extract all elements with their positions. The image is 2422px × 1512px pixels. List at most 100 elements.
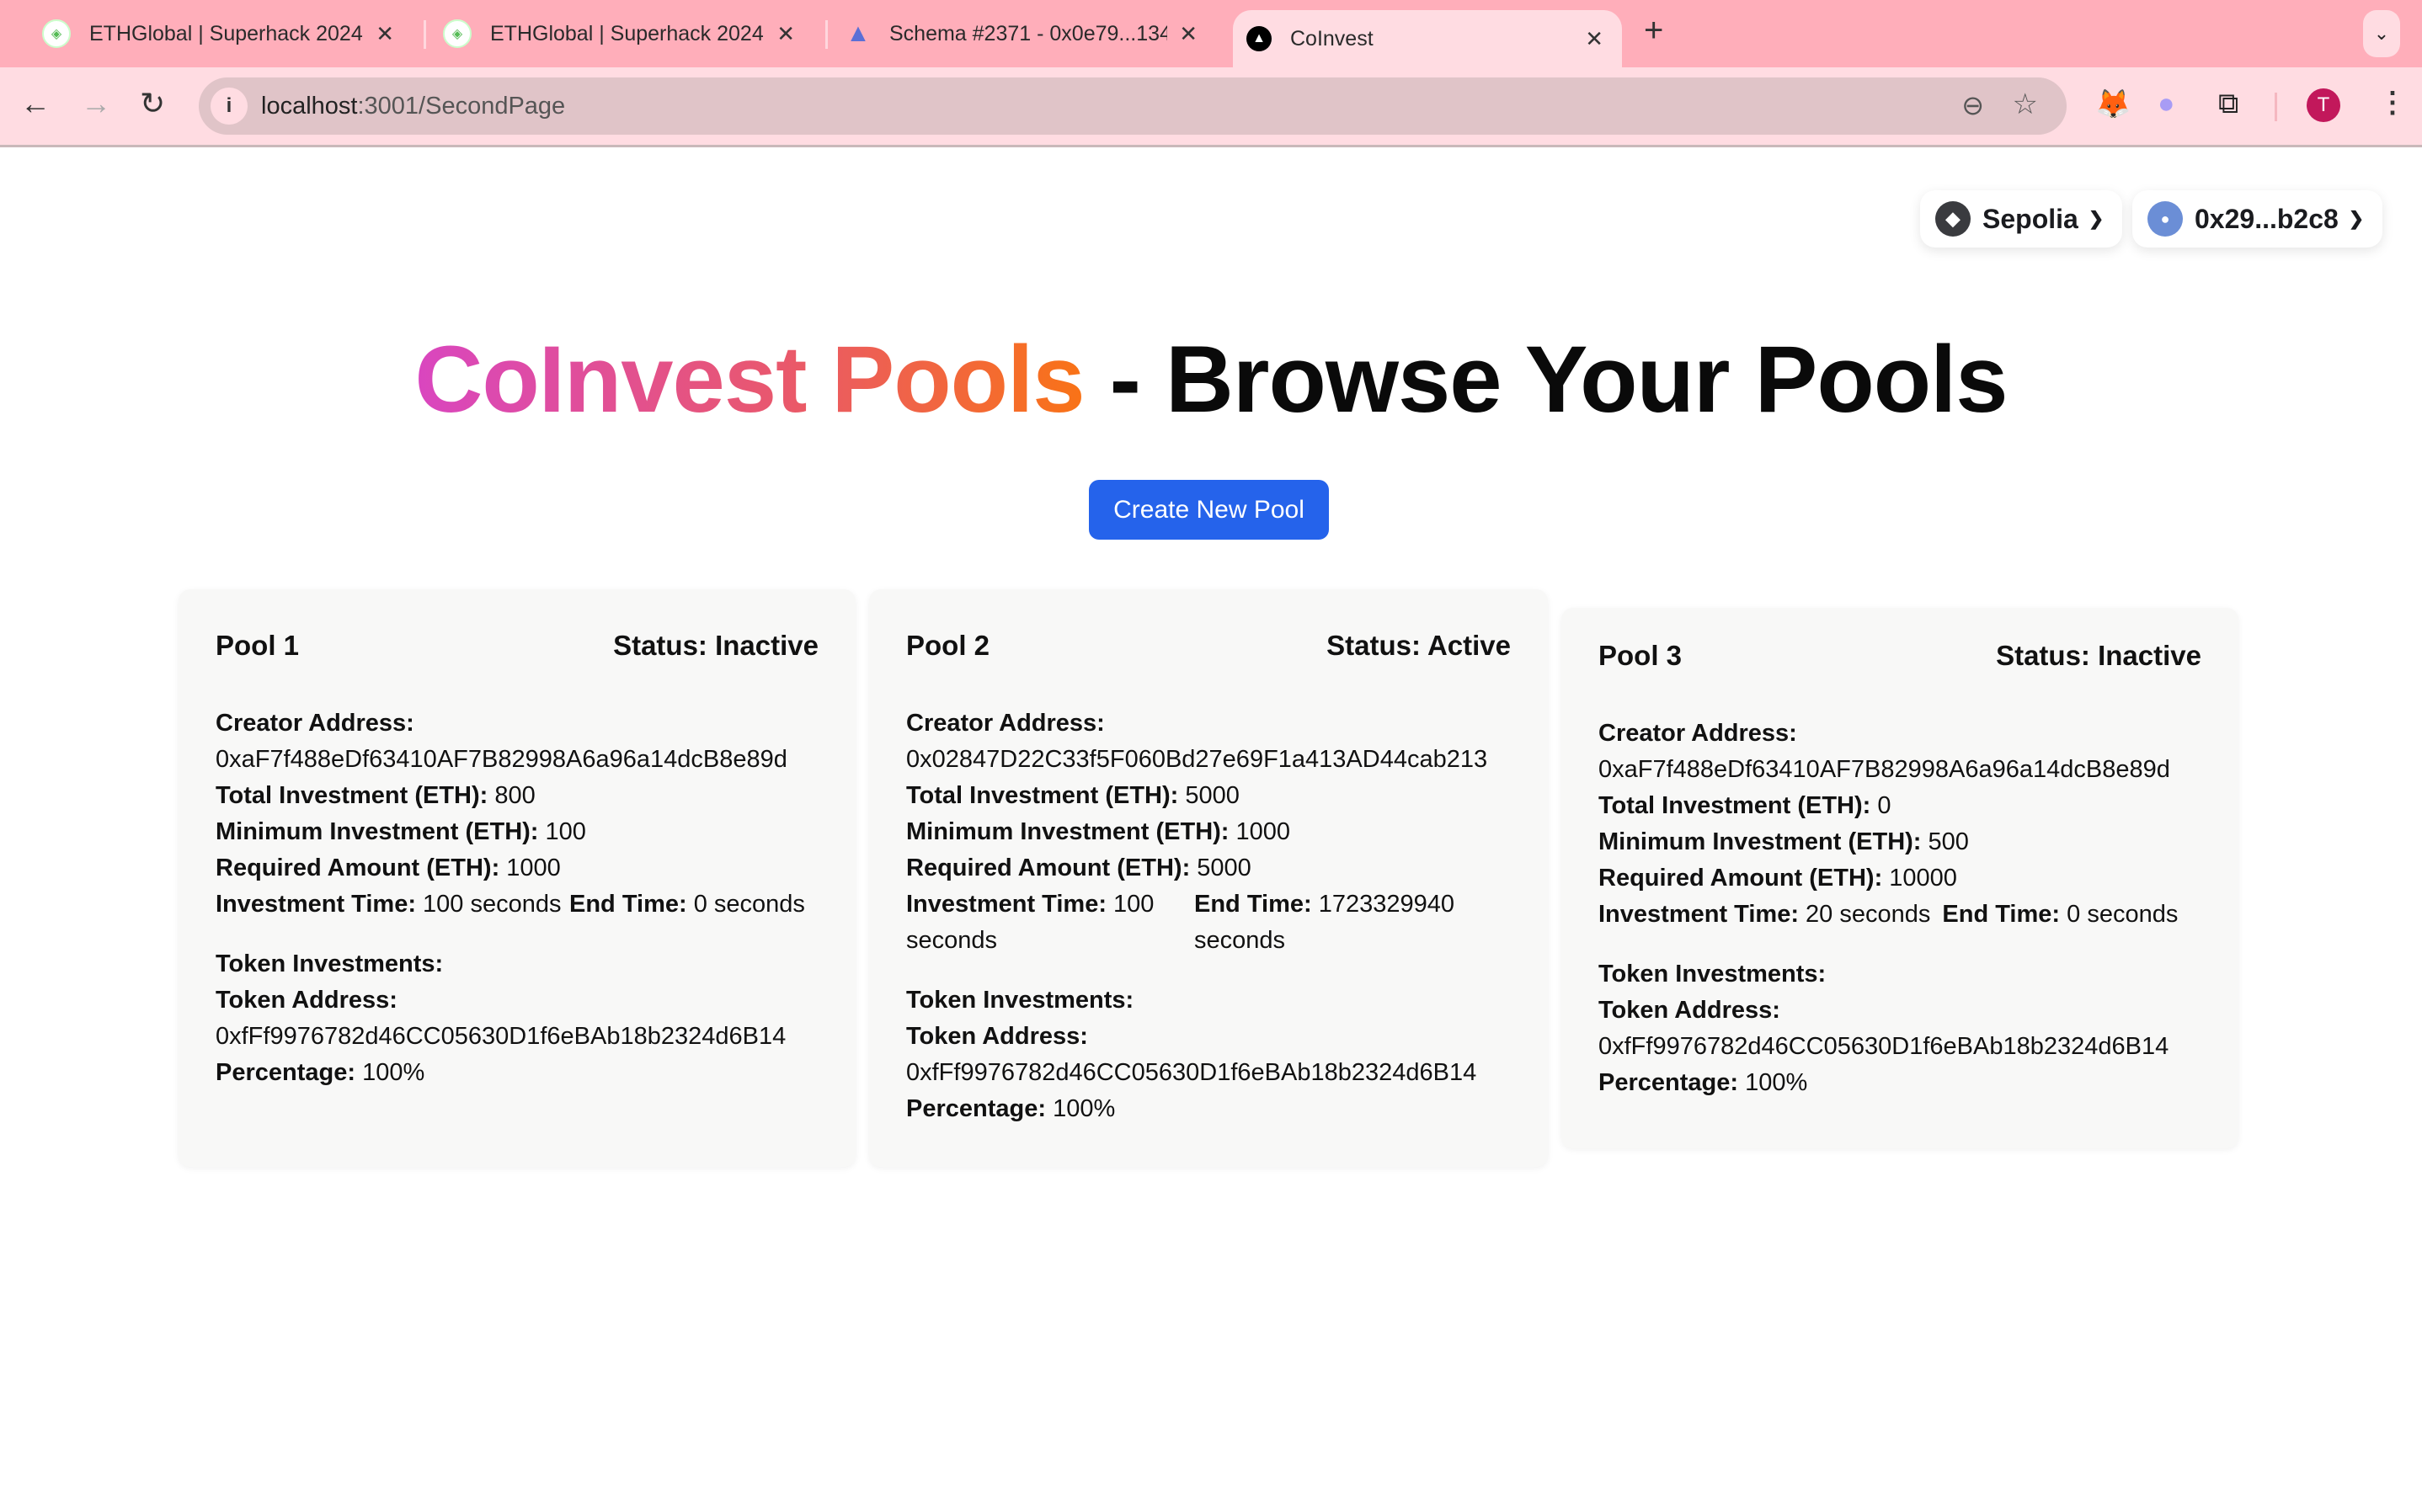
token-address-label: Token Address: [216, 987, 397, 1014]
pool-card: Pool 1 Status: Inactive Creator Address:… [179, 589, 856, 1167]
pool-card: Pool 2 Status: Active Creator Address: 0… [869, 589, 1548, 1167]
creator-address-row: Creator Address: 0xaF7f488eDf63410AF7B82… [1598, 716, 2201, 788]
brand-title: CoInvest Pools [414, 327, 1085, 432]
total-investment-row: Total Investment (ETH): 800 [216, 778, 819, 814]
investment-time-unit: seconds [906, 927, 998, 954]
account-button[interactable]: ● 0x29...b2c8 ❯ [2132, 190, 2383, 248]
investment-time-value: 100 [423, 891, 464, 918]
forward-button[interactable]: → [81, 86, 111, 121]
required-amount-label: Required Amount (ETH): [1598, 865, 1883, 892]
site-info-icon[interactable]: i [211, 88, 248, 125]
minimum-investment-value: 500 [1928, 828, 1969, 855]
tab-separator [825, 20, 828, 49]
minimum-investment-label: Minimum Investment (ETH): [1598, 828, 1922, 855]
required-amount-value: 1000 [506, 854, 561, 881]
investment-time-unit: seconds [1839, 901, 1931, 928]
tab-title: Schema #2371 - 0x0e79...134 [889, 21, 1167, 45]
token-address-label: Token Address: [906, 1023, 1088, 1050]
network-selector-button[interactable]: ◆ Sepolia ❯ [1920, 190, 2123, 248]
end-time-unit: seconds [1194, 927, 1286, 954]
investment-time-label: Investment Time: [1598, 901, 1799, 928]
ethglobal-icon: ◈ [443, 19, 472, 48]
total-investment-row: Total Investment (ETH): 0 [1598, 788, 2201, 824]
end-time: End Time: 1723329940 seconds [1194, 886, 1514, 959]
token-investments-label: Token Investments: [216, 950, 444, 977]
pool-details: Creator Address: 0x02847D22C33f5F060Bd27… [906, 705, 1511, 959]
token-investments: Token Investments: Token Address: 0xfFf9… [216, 946, 819, 1091]
investment-time-label: Investment Time: [906, 891, 1107, 918]
time-row: Investment Time: 100 seconds End Time: 1… [906, 886, 1511, 959]
investment-time-value: 20 [1806, 901, 1833, 928]
pool-name: Pool 3 [1598, 640, 1683, 671]
url-text[interactable]: localhost:3001/SecondPage [261, 93, 565, 120]
minimum-investment-value: 100 [545, 818, 586, 845]
new-tab-button[interactable]: + [1644, 12, 1663, 50]
end-time-unit: seconds [713, 891, 805, 918]
end-time: End Time: 0 seconds [1942, 897, 2178, 933]
tab-title: ETHGlobal | Superhack 2024 [89, 21, 363, 45]
token-investments: Token Investments: Token Address: 0xfFf9… [906, 982, 1511, 1127]
account-label: 0x29...b2c8 [2195, 203, 2339, 234]
browser-menu-icon[interactable]: ⋮ [2378, 86, 2407, 120]
minimum-investment-label: Minimum Investment (ETH): [906, 818, 1230, 845]
close-tab-icon[interactable]: ✕ [1179, 21, 1198, 47]
close-tab-icon[interactable]: ✕ [1585, 26, 1603, 52]
back-button[interactable]: ← [20, 86, 51, 121]
reload-button[interactable]: ↻ [140, 86, 165, 121]
page-subtitle: - Browse Your Pools [1084, 327, 2009, 432]
total-investment-row: Total Investment (ETH): 5000 [906, 778, 1511, 814]
creator-address-label: Creator Address: [906, 710, 1105, 737]
minimum-investment-value: 1000 [1235, 818, 1291, 845]
pool-card: Pool 3 Status: Inactive Creator Address:… [1561, 608, 2238, 1148]
percentage-value: 100% [1053, 1095, 1116, 1122]
required-amount-label: Required Amount (ETH): [906, 854, 1191, 881]
toolbar-divider [2275, 93, 2277, 121]
investment-time-unit: seconds [470, 891, 562, 918]
address-bar[interactable]: i localhost:3001/SecondPage ⊖ ☆ [199, 77, 2067, 135]
required-amount-value: 10000 [1889, 865, 1957, 892]
investment-time: Investment Time: 100 seconds [216, 886, 569, 923]
browser-tab[interactable]: ◈ ETHGlobal | Superhack 2024 ✕ [42, 8, 413, 59]
pool-status: Status: Active [1326, 630, 1511, 661]
investment-time-value: 100 [1113, 891, 1155, 918]
percentage-row: Percentage: 100% [1598, 1065, 2201, 1101]
browser-tab-active[interactable]: ▲ CoInvest ✕ [1233, 10, 1622, 67]
browser-tab[interactable]: ◈ ETHGlobal | Superhack 2024 ✕ [443, 8, 814, 59]
token-address-value: 0xfFf9976782d46CC05630D1f6eBAb18b2324d6B… [906, 1059, 1477, 1086]
phantom-extension-icon[interactable]: ● [2158, 88, 2175, 120]
bookmark-star-icon[interactable]: ☆ [2013, 88, 2038, 121]
tab-title: CoInvest [1290, 26, 1374, 51]
token-address-value: 0xfFf9976782d46CC05630D1f6eBAb18b2324d6B… [1598, 1033, 2169, 1060]
close-tab-icon[interactable]: ✕ [376, 21, 394, 47]
pool-card-header: Pool 1 Status: Inactive [216, 630, 819, 662]
close-tab-icon[interactable]: ✕ [776, 21, 795, 47]
token-investments: Token Investments: Token Address: 0xfFf9… [1598, 956, 2201, 1101]
required-amount-label: Required Amount (ETH): [216, 854, 500, 881]
creator-address-value: 0x02847D22C33f5F060Bd27e69F1a413AD44cab2… [906, 746, 1488, 773]
browser-tab[interactable]: ▲ Schema #2371 - 0x0e79...134 ✕ [846, 8, 1216, 59]
pool-status: Status: Inactive [613, 630, 819, 661]
pool-status: Status: Inactive [1996, 640, 2201, 671]
zoom-icon[interactable]: ⊖ [1961, 89, 1984, 121]
investment-time: Investment Time: 100 seconds [906, 886, 1194, 959]
coinvest-icon: ▲ [1246, 26, 1272, 51]
pool-card-header: Pool 3 Status: Inactive [1598, 640, 2201, 672]
required-amount-value: 5000 [1197, 854, 1251, 881]
metamask-extension-icon[interactable]: 🦊 [2095, 88, 2131, 121]
time-row: Investment Time: 20 seconds End Time: 0 … [1598, 897, 2201, 933]
total-investment-value: 5000 [1185, 782, 1240, 809]
create-new-pool-button[interactable]: Create New Pool [1089, 480, 1329, 540]
percentage-label: Percentage: [216, 1059, 356, 1086]
end-time-label: End Time: [1194, 891, 1312, 918]
total-investment-label: Total Investment (ETH): [1598, 792, 1871, 819]
extensions-puzzle-icon[interactable]: ⧉ [2218, 88, 2238, 120]
required-amount-row: Required Amount (ETH): 10000 [1598, 860, 2201, 897]
profile-avatar[interactable]: T [2307, 88, 2340, 122]
token-investments-label: Token Investments: [1598, 961, 1827, 988]
token-address-label: Token Address: [1598, 997, 1780, 1024]
tab-search-button[interactable]: ⌄ [2363, 10, 2400, 57]
total-investment-value: 0 [1877, 792, 1891, 819]
total-investment-value: 800 [494, 782, 536, 809]
eas-icon: ▲ [846, 19, 871, 47]
pool-name: Pool 1 [216, 630, 300, 661]
